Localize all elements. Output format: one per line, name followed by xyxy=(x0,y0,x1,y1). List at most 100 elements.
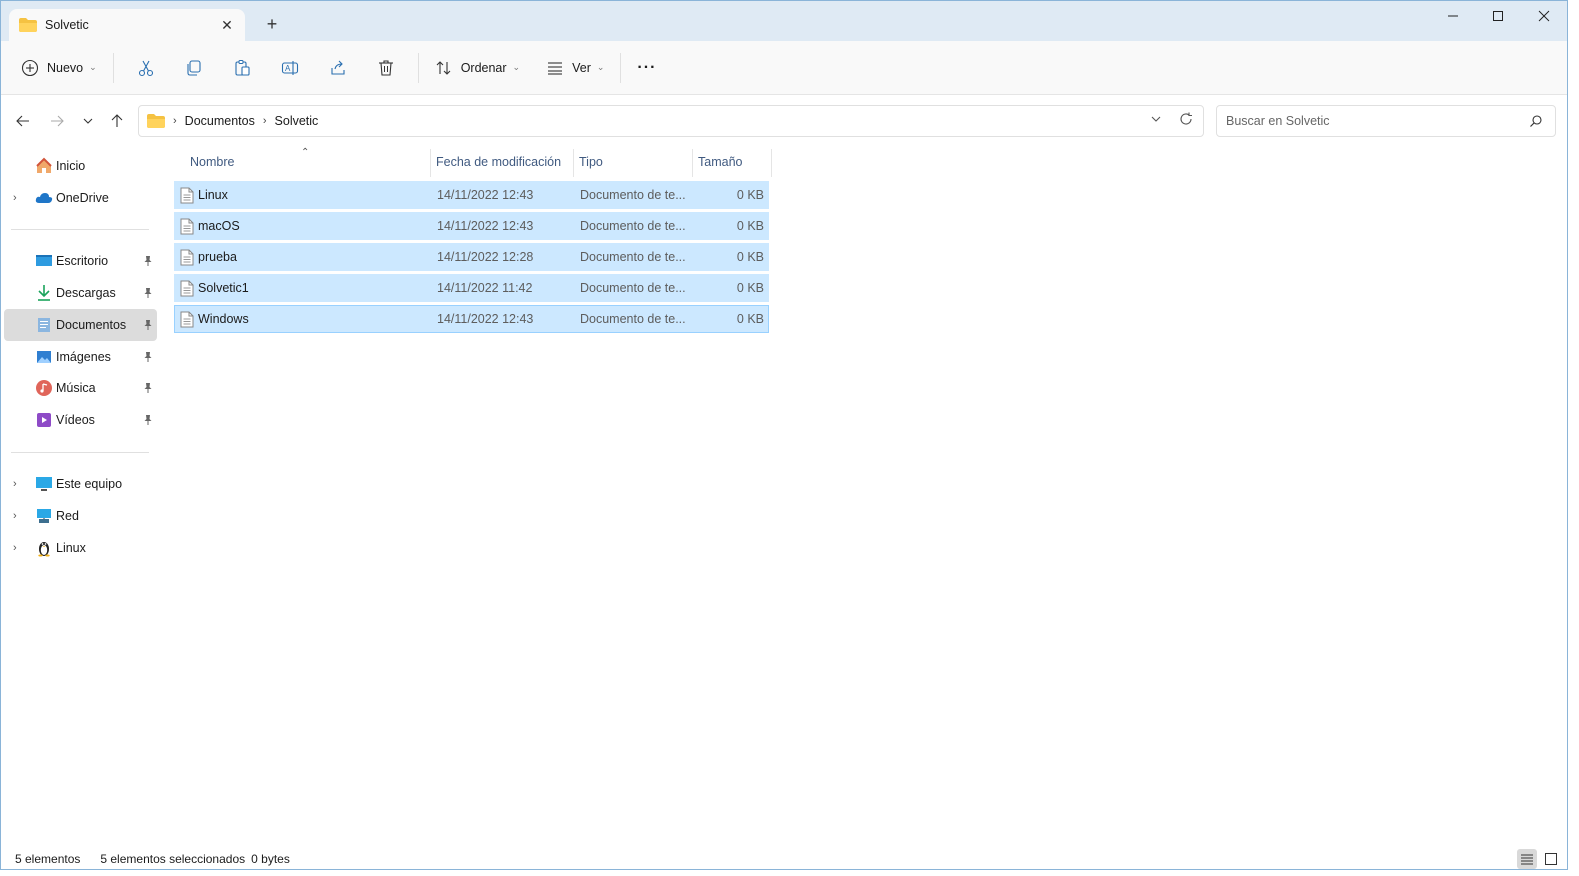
rename-button[interactable]: A xyxy=(266,51,314,85)
new-button[interactable]: Nuevo ⌄ xyxy=(13,51,105,85)
file-date: 14/11/2022 12:43 xyxy=(437,188,534,202)
sidebar-item-documentos[interactable]: Documentos xyxy=(4,309,157,341)
chevron-right-icon[interactable]: › xyxy=(13,478,23,490)
tab-solvetic[interactable]: Solvetic ✕ xyxy=(9,9,245,41)
minimize-window-button[interactable] xyxy=(1430,0,1476,32)
sidebar-item-onedrive[interactable]: › OneDrive xyxy=(4,182,157,214)
pin-icon[interactable] xyxy=(142,319,154,331)
plus-circle-icon xyxy=(21,59,39,76)
column-header-tamano[interactable]: Tamaño xyxy=(698,147,742,177)
column-header-nombre[interactable]: Nombre xyxy=(190,147,234,177)
column-separator[interactable] xyxy=(771,149,772,177)
pin-icon[interactable] xyxy=(142,382,154,394)
file-size: 0 KB xyxy=(736,219,764,233)
chevron-down-icon[interactable] xyxy=(1149,112,1163,126)
network-icon xyxy=(37,509,51,523)
sidebar-item-escritorio[interactable]: Escritorio xyxy=(4,245,157,277)
share-button[interactable] xyxy=(314,51,362,85)
forward-button[interactable] xyxy=(45,109,69,133)
table-row[interactable]: Windows 14/11/2022 12:43 Documento de te… xyxy=(174,305,769,333)
close-window-button[interactable] xyxy=(1521,0,1567,32)
breadcrumb-separator-icon: › xyxy=(173,115,177,127)
sidebar-item-red[interactable]: › Red xyxy=(4,500,157,532)
breadcrumb-solvetic[interactable]: Solvetic xyxy=(275,114,319,128)
arrow-up-icon xyxy=(111,114,123,127)
table-row[interactable]: macOS 14/11/2022 12:43 Documento de te..… xyxy=(174,212,769,240)
search-input[interactable] xyxy=(1226,114,1529,128)
sidebar-item-label: Red xyxy=(56,509,79,523)
sidebar-divider xyxy=(11,452,149,453)
tiles-view-button[interactable] xyxy=(1541,849,1561,869)
sidebar-item-descargas[interactable]: Descargas xyxy=(4,277,157,309)
close-tab-icon[interactable]: ✕ xyxy=(215,13,239,37)
navigation-pane: Inicio › OneDrive Escritorio Descargas D… xyxy=(1,147,161,847)
arrow-left-icon xyxy=(16,115,29,127)
title-bar: Solvetic ✕ + xyxy=(1,1,1567,41)
view-button[interactable]: Ver ⌄ xyxy=(538,51,612,85)
sidebar-item-linux[interactable]: › Linux xyxy=(4,532,157,564)
close-icon xyxy=(1538,10,1550,22)
details-view-button[interactable] xyxy=(1517,849,1537,869)
home-icon xyxy=(36,157,52,173)
back-button[interactable] xyxy=(11,109,35,133)
copy-button[interactable] xyxy=(170,51,218,85)
pin-icon[interactable] xyxy=(142,351,154,363)
recent-locations-button[interactable] xyxy=(76,109,100,133)
cut-button[interactable] xyxy=(122,51,170,85)
file-type: Documento de te... xyxy=(580,312,686,326)
file-explorer-window: Solvetic ✕ + Nuevo ⌄ A Ordenar ⌄ Ver ⌄ ·… xyxy=(0,0,1568,870)
sidebar-divider xyxy=(11,229,149,230)
table-row[interactable]: Solvetic1 14/11/2022 11:42 Documento de … xyxy=(174,274,769,302)
refresh-icon[interactable] xyxy=(1179,112,1193,126)
sidebar-item-imagenes[interactable]: Imágenes xyxy=(4,341,157,373)
chevron-right-icon[interactable]: › xyxy=(13,510,23,522)
column-header-tipo[interactable]: Tipo xyxy=(579,147,603,177)
pin-icon[interactable] xyxy=(142,414,154,426)
breadcrumb-documentos[interactable]: Documentos xyxy=(185,114,255,128)
sidebar-item-videos[interactable]: Vídeos xyxy=(4,404,157,436)
chevron-right-icon[interactable]: › xyxy=(13,192,23,204)
pin-icon[interactable] xyxy=(142,287,154,299)
cut-icon xyxy=(138,60,153,76)
up-button[interactable] xyxy=(105,109,129,133)
toolbar-divider xyxy=(112,52,114,83)
file-name: Linux xyxy=(198,188,228,202)
table-row[interactable]: prueba 14/11/2022 12:28 Documento de te.… xyxy=(174,243,769,271)
more-options-button[interactable]: ··· xyxy=(629,51,664,85)
sidebar-item-inicio[interactable]: Inicio xyxy=(4,150,157,182)
file-type: Documento de te... xyxy=(580,219,686,233)
status-bar: 5 elementos 5 elementos seleccionados 0 … xyxy=(1,847,1567,869)
chevron-down-icon: ⌄ xyxy=(596,62,605,72)
chevron-right-icon[interactable]: › xyxy=(13,542,23,554)
svg-text:A: A xyxy=(285,64,291,73)
pin-icon[interactable] xyxy=(142,255,154,267)
table-row[interactable]: Linux 14/11/2022 12:43 Documento de te..… xyxy=(174,181,769,209)
toolbar-divider xyxy=(620,52,622,83)
selected-count: 5 elementos seleccionados xyxy=(100,852,246,866)
column-separator[interactable] xyxy=(573,149,574,177)
sidebar-item-label: Vídeos xyxy=(56,413,95,427)
sidebar-item-label: Descargas xyxy=(56,286,116,300)
search-box xyxy=(1216,105,1556,137)
sidebar-item-label: Escritorio xyxy=(56,254,109,268)
sidebar-item-este-equipo[interactable]: › Este equipo xyxy=(4,468,157,500)
copy-icon xyxy=(187,59,201,76)
paste-button[interactable] xyxy=(218,51,266,85)
search-icon[interactable] xyxy=(1529,114,1543,128)
new-tab-button[interactable]: + xyxy=(261,13,283,35)
file-size: 0 KB xyxy=(736,281,764,295)
sort-button[interactable]: Ordenar ⌄ xyxy=(427,51,528,85)
folder-icon xyxy=(147,114,165,128)
text-file-icon xyxy=(180,280,194,296)
column-separator[interactable] xyxy=(692,149,693,177)
maximize-window-button[interactable] xyxy=(1475,0,1521,32)
selected-size: 0 bytes xyxy=(251,852,290,866)
address-bar[interactable]: › Documentos › Solvetic xyxy=(138,105,1204,137)
sidebar-item-musica[interactable]: Música xyxy=(4,372,157,404)
delete-button[interactable] xyxy=(362,51,410,85)
column-separator[interactable] xyxy=(430,149,431,177)
file-date: 14/11/2022 12:43 xyxy=(437,219,534,233)
command-bar: Nuevo ⌄ A Ordenar ⌄ Ver ⌄ ··· xyxy=(1,41,1567,95)
sort-ascending-icon: ⌃ xyxy=(301,147,310,158)
column-header-fecha[interactable]: Fecha de modificación xyxy=(436,147,561,177)
